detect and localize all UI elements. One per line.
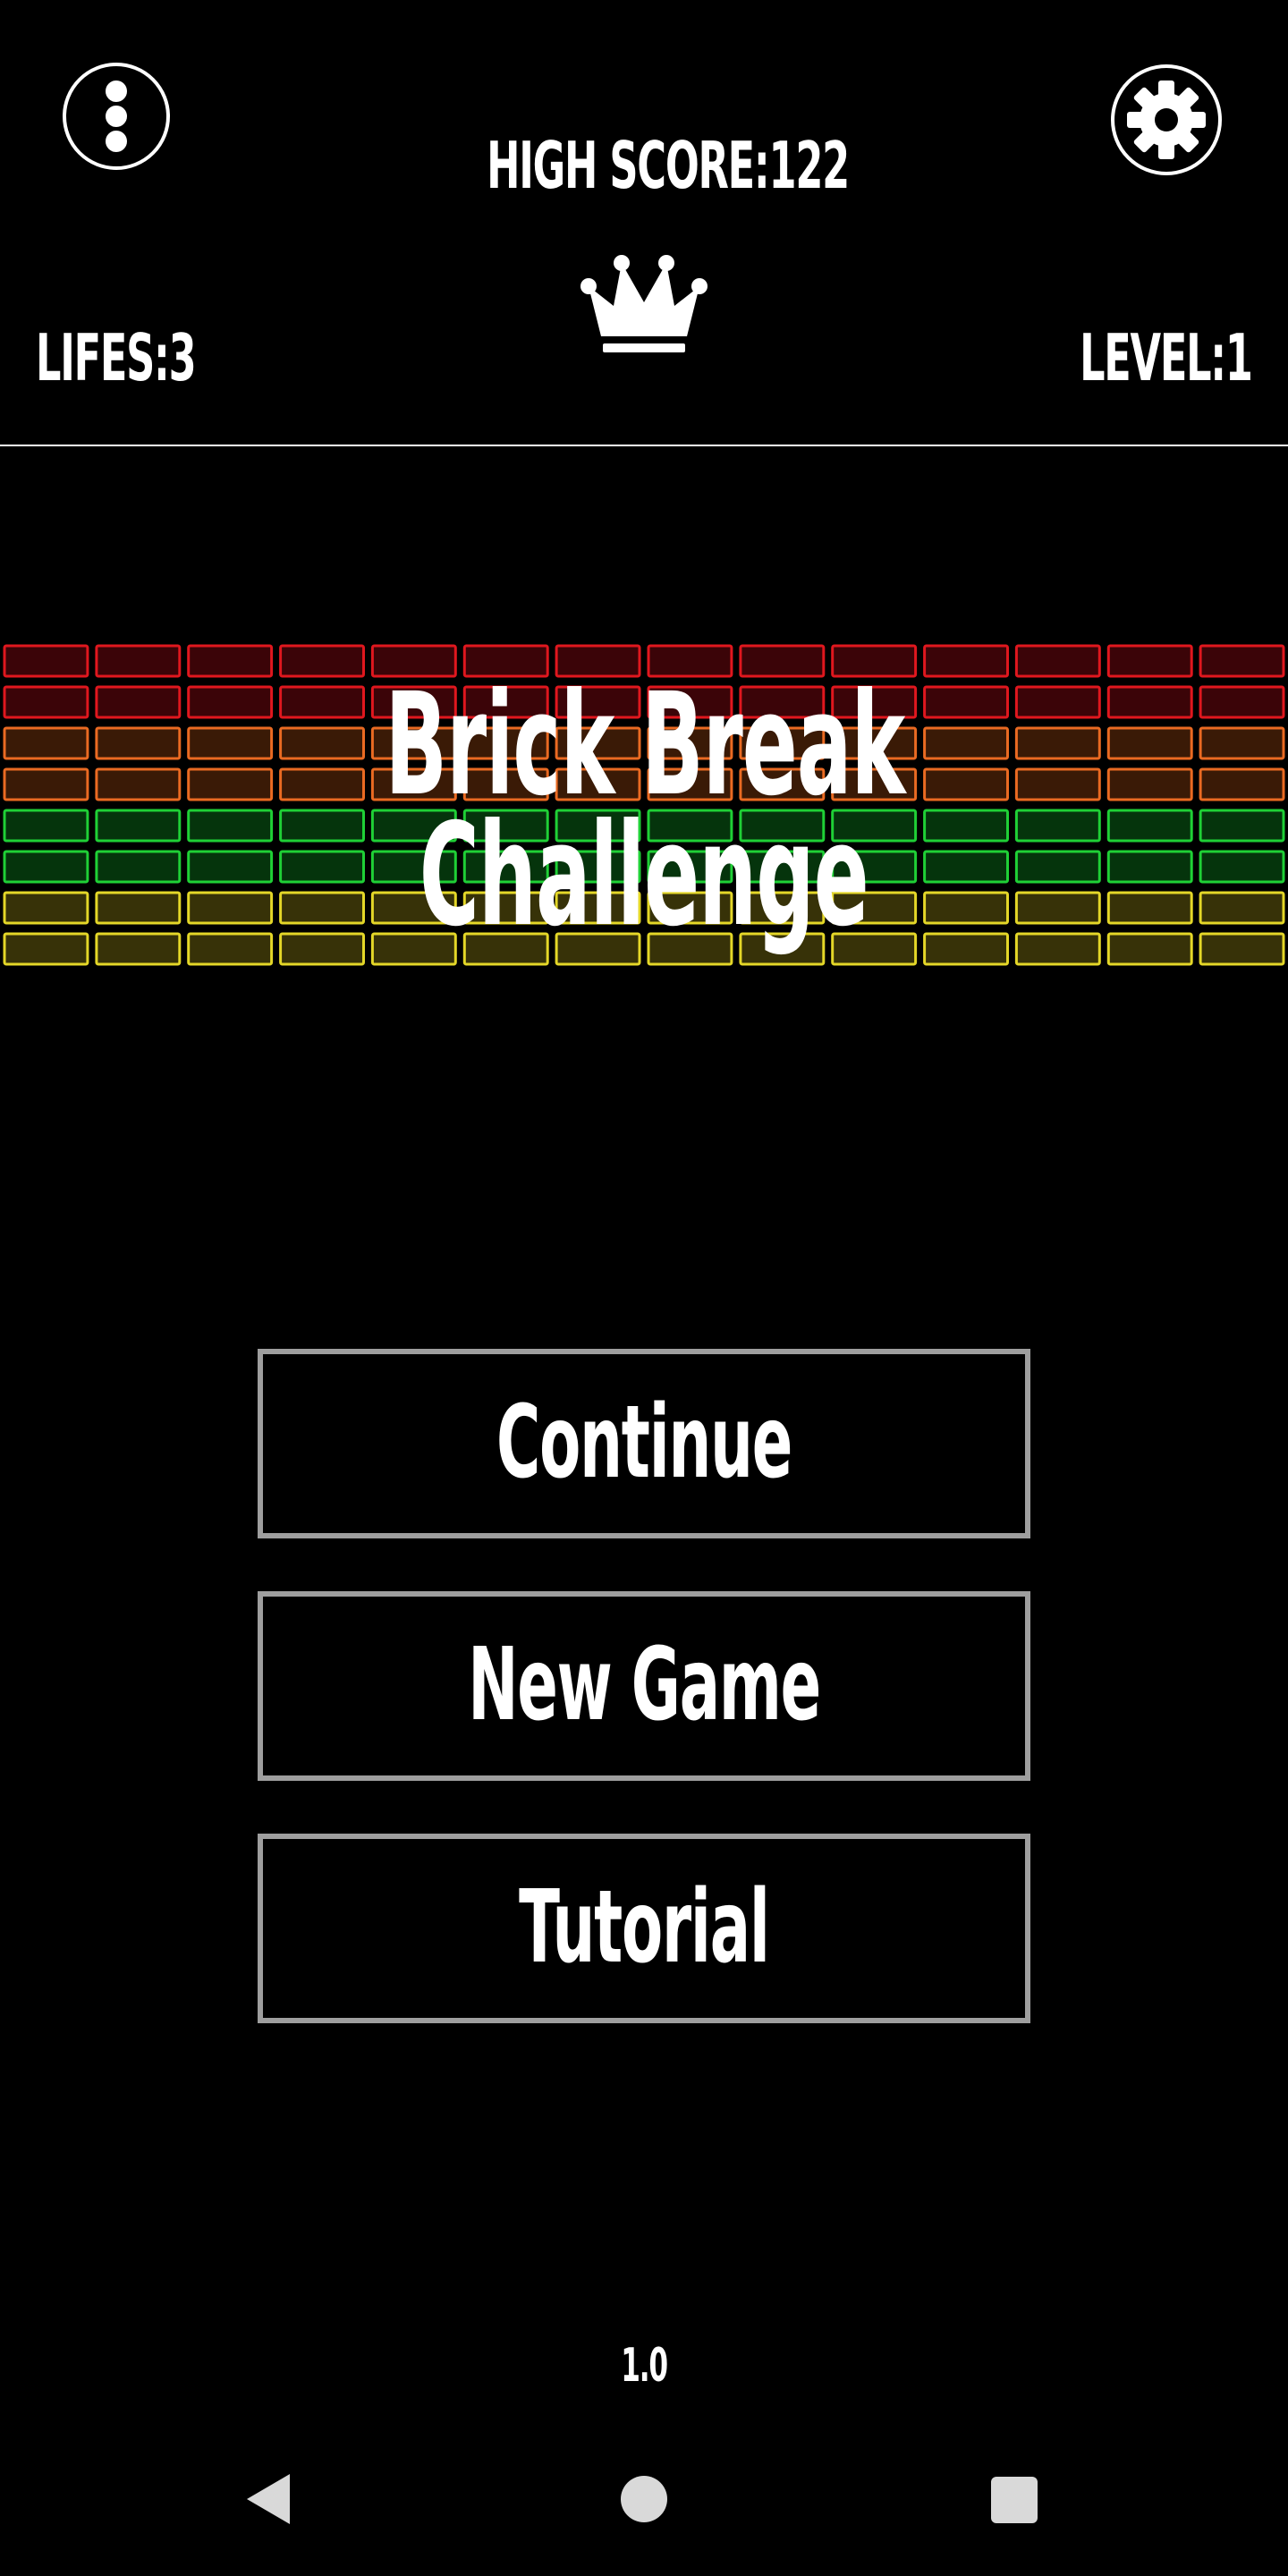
brick xyxy=(923,644,1009,678)
more-vertical-icon-dot xyxy=(106,106,127,127)
brick xyxy=(1106,767,1193,801)
continue-button[interactable]: Continue xyxy=(258,1349,1030,1538)
brick xyxy=(95,767,182,801)
lives-label: LIFES:3 xyxy=(36,320,197,395)
brick xyxy=(95,644,182,678)
brick xyxy=(3,809,89,843)
tutorial-button[interactable]: Tutorial xyxy=(258,1834,1030,2023)
brick xyxy=(1199,891,1285,925)
brick xyxy=(1106,932,1193,966)
brick xyxy=(95,726,182,760)
brick xyxy=(1199,932,1285,966)
header-divider xyxy=(0,445,1288,446)
brick xyxy=(95,850,182,884)
version-label: 1.0 xyxy=(621,2339,668,2393)
brick xyxy=(3,644,89,678)
brick xyxy=(1106,809,1193,843)
gear-icon xyxy=(1111,64,1222,175)
brick xyxy=(1106,891,1193,925)
home-circle-icon[interactable] xyxy=(621,2476,667,2522)
new-game-button-label: New Game xyxy=(468,1627,821,1743)
brick xyxy=(1106,644,1193,678)
brick xyxy=(1106,850,1193,884)
back-triangle-icon[interactable] xyxy=(243,2472,293,2526)
brick xyxy=(95,809,182,843)
brick xyxy=(95,685,182,719)
brick xyxy=(187,644,274,678)
high-score-label: HIGH SCORE:122 xyxy=(487,128,850,203)
brick xyxy=(3,685,89,719)
new-game-button[interactable]: New Game xyxy=(258,1591,1030,1781)
level-label: LEVEL:1 xyxy=(1080,320,1253,395)
brick xyxy=(1199,644,1285,678)
game-title-line1: Brick Break xyxy=(385,663,905,827)
game-title: Brick Break Challenge xyxy=(197,663,1091,958)
game-title-line2: Challenge xyxy=(419,793,869,958)
more-vertical-icon-dot xyxy=(106,131,127,152)
continue-button-label: Continue xyxy=(496,1385,792,1501)
brick xyxy=(1199,685,1285,719)
tutorial-button-label: Tutorial xyxy=(519,1869,770,1986)
brick xyxy=(95,891,182,925)
settings-button[interactable] xyxy=(1109,63,1224,177)
brick xyxy=(279,644,366,678)
brick xyxy=(3,726,89,760)
brick xyxy=(1199,726,1285,760)
brick xyxy=(3,850,89,884)
brick xyxy=(3,767,89,801)
brick xyxy=(1106,685,1193,719)
recent-apps-square-icon[interactable] xyxy=(991,2477,1038,2523)
brick xyxy=(1199,809,1285,843)
more-vertical-icon xyxy=(106,80,127,102)
brick xyxy=(1199,767,1285,801)
brick xyxy=(95,932,182,966)
brick xyxy=(3,891,89,925)
brick xyxy=(3,932,89,966)
brick xyxy=(1014,644,1101,678)
brick xyxy=(1199,850,1285,884)
crown-icon xyxy=(572,250,716,367)
menu-button[interactable] xyxy=(63,63,170,170)
brick xyxy=(1106,726,1193,760)
